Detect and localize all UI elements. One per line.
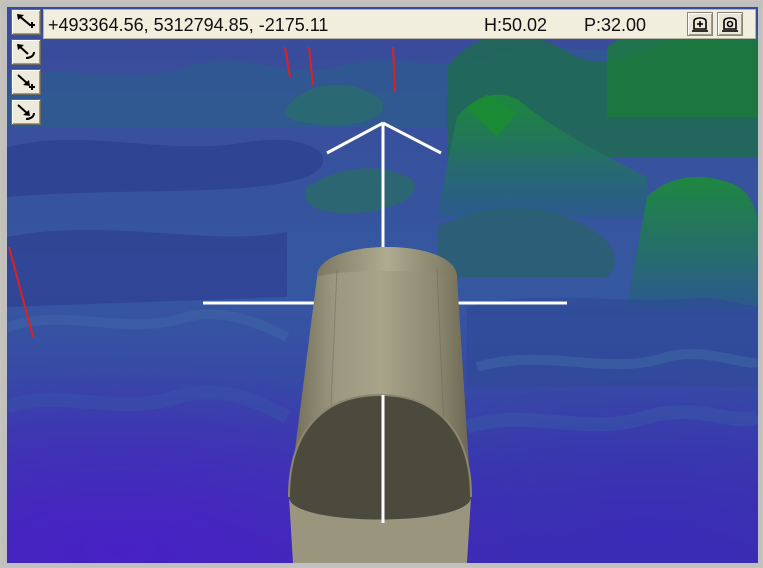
move-forward-up-button[interactable] — [11, 9, 41, 35]
viewer-window: +493364.56, 5312794.85, -2175.11 H:50.02… — [0, 0, 763, 568]
camera-settings-button[interactable] — [717, 12, 743, 36]
move-forward-up-icon — [17, 14, 35, 28]
camera-settings-icon — [722, 17, 738, 32]
camera-view-button[interactable] — [687, 12, 713, 36]
heading-readout: H:50.02 — [484, 15, 548, 35]
camera-view-icon — [692, 17, 708, 32]
rotate-down-button[interactable] — [11, 99, 41, 125]
rotate-up-button[interactable] — [11, 39, 41, 65]
move-back-down-icon — [17, 74, 35, 90]
move-back-down-button[interactable] — [11, 69, 41, 95]
vehicle-model — [288, 247, 472, 563]
coordinates-readout: +493364.56, 5312794.85, -2175.11 — [48, 15, 329, 35]
terrain-3d-view[interactable] — [7, 7, 758, 563]
rotate-down-icon — [17, 104, 35, 120]
pitch-readout: P:32.00 — [584, 15, 647, 35]
rotate-up-icon — [17, 44, 35, 59]
status-bar: +493364.56, 5312794.85, -2175.11 H:50.02… — [43, 9, 756, 39]
